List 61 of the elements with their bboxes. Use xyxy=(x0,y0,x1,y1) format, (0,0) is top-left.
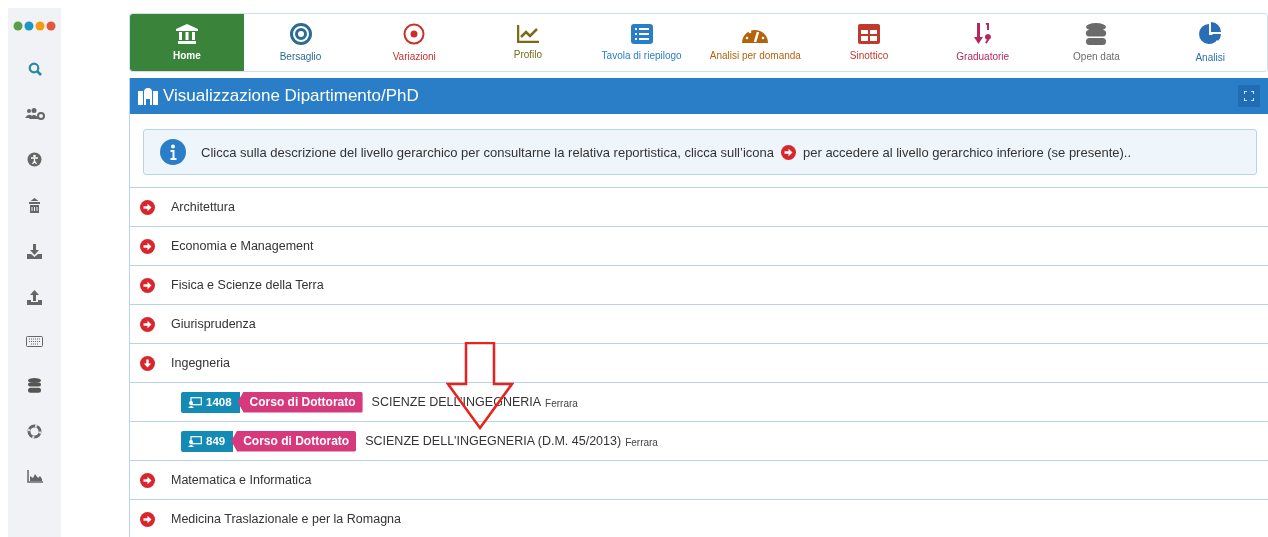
download-icon[interactable] xyxy=(27,244,42,259)
department-link[interactable]: Matematica e Informatica xyxy=(171,473,312,487)
logo-icon xyxy=(13,21,56,31)
presentation-icon xyxy=(188,435,202,447)
department-link[interactable]: Economia e Management xyxy=(171,239,314,253)
department-link[interactable]: Giurisprudenza xyxy=(171,317,256,331)
arrow-circle-right-icon[interactable] xyxy=(140,511,155,527)
bank-icon xyxy=(175,24,198,44)
arrow-circle-right-icon[interactable] xyxy=(140,316,155,332)
accessibility-icon[interactable] xyxy=(27,152,42,167)
target-icon xyxy=(289,23,312,45)
info-text: Clicca sulla descrizione del livello gerarchico per consultarne la relativa reportistica, clicca sull’icona xyxy=(201,144,774,160)
nav-tab[interactable]: Analisi xyxy=(1153,14,1267,71)
info-icon xyxy=(160,139,186,165)
arrow-circle-right-icon[interactable] xyxy=(140,472,155,488)
type-tag: Corso di Dottorato xyxy=(237,391,363,413)
upload-icon[interactable] xyxy=(27,290,42,305)
department-link[interactable]: Ingegneria xyxy=(171,356,231,370)
info-text: per accedere al livello gerarchico inferiore (se presente).. xyxy=(803,144,1132,160)
presentation-icon xyxy=(188,396,202,408)
users-gear-icon[interactable] xyxy=(24,107,45,121)
nav-tab[interactable]: Open data xyxy=(1039,14,1154,71)
dot-circle-icon xyxy=(403,23,426,45)
arrow-circle-right-icon[interactable] xyxy=(140,199,155,215)
pie-chart-icon xyxy=(1198,22,1223,46)
arrow-circle-right-icon[interactable] xyxy=(140,277,155,293)
arrow-circle-right-icon[interactable] xyxy=(140,238,155,254)
sort-numeric-icon xyxy=(972,23,993,45)
nav-tab[interactable]: Tavola di riepilogo xyxy=(584,14,699,71)
list-icon xyxy=(630,24,653,44)
lifebuoy-icon[interactable] xyxy=(27,424,42,439)
search-icon[interactable] xyxy=(27,62,42,76)
type-tag: Corso di Dottorato xyxy=(231,430,357,452)
database-icon xyxy=(1086,23,1107,45)
fullscreen-icon xyxy=(1244,91,1254,101)
nav-tab[interactable]: Profilo xyxy=(471,14,585,71)
nav-tab[interactable]: Bersaglio xyxy=(243,14,358,71)
building-icon[interactable] xyxy=(27,198,42,213)
department-link[interactable]: Architettura xyxy=(171,200,235,214)
nav-tab[interactable]: Home xyxy=(130,14,244,71)
nav-tab[interactable]: Variazioni xyxy=(357,14,472,71)
database-icon[interactable] xyxy=(28,378,41,393)
building-icon xyxy=(138,87,158,105)
course-city: Ferrara xyxy=(545,397,578,409)
nav-tab[interactable]: Graduatorie xyxy=(925,14,1040,71)
line-chart-icon xyxy=(516,25,539,43)
area-chart-icon[interactable] xyxy=(26,470,43,483)
count-badge: 849 xyxy=(181,430,234,452)
department-link[interactable]: Fisica e Scienze della Terra xyxy=(171,278,324,292)
panel-title: Visualizzazione Dipartimento/PhD xyxy=(163,86,420,106)
nav-tab[interactable]: Analisi per domanda xyxy=(698,14,813,71)
arrow-circle-right-icon xyxy=(781,144,796,160)
nav-tab[interactable]: Sinottico xyxy=(812,14,926,71)
keyboard-icon[interactable] xyxy=(26,336,43,347)
count-badge: 1408 xyxy=(181,391,240,413)
department-link[interactable]: Medicina Traslazionale e per la Romagna xyxy=(171,512,401,526)
course-link[interactable]: SCIENZE DELL'INGEGNERIA (D.M. 45/2013) xyxy=(365,434,622,448)
table-icon xyxy=(858,24,881,44)
arrow-circle-down-icon[interactable] xyxy=(140,355,155,371)
fullscreen-button[interactable] xyxy=(1238,85,1260,107)
course-city: Ferrara xyxy=(625,436,658,448)
